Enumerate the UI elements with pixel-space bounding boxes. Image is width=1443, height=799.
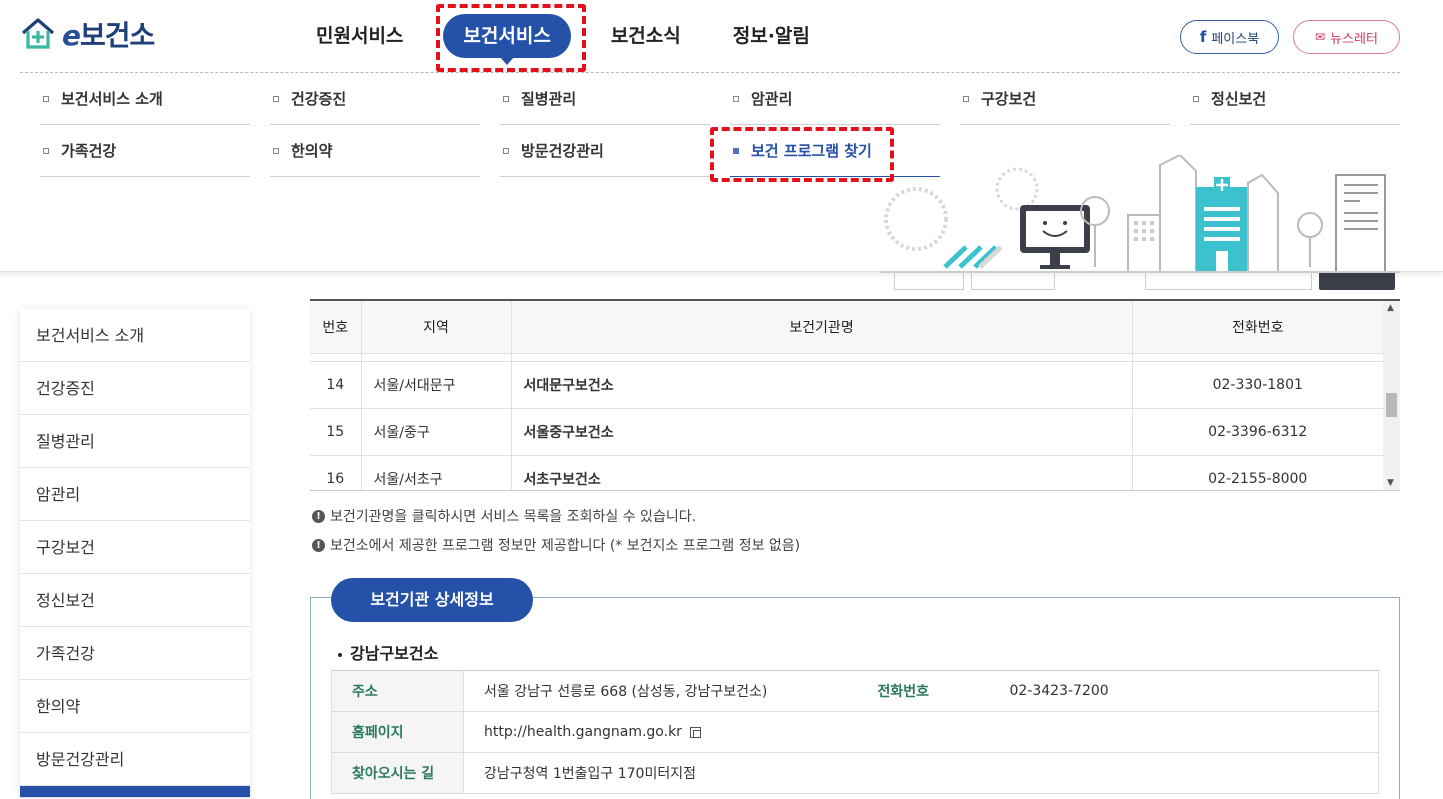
side-item-mental-health[interactable]: 정신보건 [20, 574, 250, 627]
bullet-icon [273, 95, 279, 102]
scroll-thumb[interactable] [1386, 393, 1397, 417]
mega-item-family-health[interactable]: 가족건강 [40, 125, 250, 177]
notice-text: 보건소에서 제공한 프로그램 정보만 제공합니다 (* 보건지소 프로그램 정보… [330, 538, 801, 554]
cell-name-link[interactable]: 서초구보건소 [511, 455, 1133, 490]
facebook-icon: f [1199, 28, 1207, 46]
bullet-icon [503, 147, 509, 154]
cell-name-link[interactable]: 서대문구보건소 [511, 361, 1133, 409]
side-item-family-health[interactable]: 가족건강 [20, 627, 250, 680]
side-item-service-intro[interactable]: 보건서비스 소개 [20, 309, 250, 362]
tel-label: 전화번호 [857, 670, 990, 712]
homepage-link[interactable]: http://health.gangnam.go.kr [484, 724, 682, 740]
scroll-down-icon[interactable]: ▼ [1387, 478, 1394, 488]
address-value: 서울 강남구 선릉로 668 (삼성동, 강남구보건소) [463, 670, 858, 712]
cell-tel: 02-330-1801 [1132, 361, 1383, 409]
directions-label: 찾아오시는 길 [331, 752, 464, 794]
info-icon: ! [312, 538, 325, 552]
mega-item-korean-medicine[interactable]: 한의약 [270, 125, 480, 177]
site-logo[interactable]: e보건소 [20, 14, 155, 54]
bullet-icon [43, 147, 49, 154]
notice-text: 보건기관명을 클릭하시면 서비스 목록을 조회하실 수 있습니다. [330, 509, 697, 525]
city-illustration [880, 155, 1400, 273]
homepage-label: 홈페이지 [331, 711, 464, 753]
logo-text: e보건소 [62, 19, 155, 52]
new-window-icon[interactable] [689, 726, 701, 738]
mega-item-service-intro[interactable]: 보건서비스 소개 [40, 73, 250, 125]
bullet-icon [338, 652, 342, 657]
gnb-health-news[interactable]: 보건소식 [585, 14, 707, 58]
newsletter-label: 뉴스레터 [1330, 31, 1378, 47]
cell-tel: 02-3396-6312 [1132, 408, 1383, 456]
table-row-partial [310, 353, 1383, 362]
detail-row-homepage: 홈페이지 http://health.gangnam.go.kr [331, 711, 1379, 753]
table-scrollbar[interactable]: ▲ ▼ [1383, 301, 1400, 490]
cell-no: 14 [310, 361, 362, 409]
col-header-name: 보건기관명 [511, 301, 1133, 354]
bullet-icon [43, 95, 49, 102]
side-item-korean-medicine[interactable]: 한의약 [20, 680, 250, 733]
highlight-box-gnb [436, 4, 586, 72]
cell-region: 서울/중구 [361, 408, 512, 456]
col-header-no: 번호 [310, 301, 362, 354]
notice-click-name: ! 보건기관명을 클릭하시면 서비스 목록을 조회하실 수 있습니다. [312, 506, 696, 526]
side-item-oral-health[interactable]: 구강보건 [20, 521, 250, 574]
info-icon: ! [312, 509, 325, 523]
facebook-label: 페이스북 [1211, 31, 1260, 47]
cell-no: 16 [310, 455, 362, 490]
mega-item-health-promotion[interactable]: 건강증진 [270, 73, 480, 125]
site-header: e보건소 민원서비스 보건서비스 보건소식 정보·알림 f 페이스북 ✉ 뉴스레… [0, 0, 1443, 73]
side-item-disease-mgmt[interactable]: 질병관리 [20, 415, 250, 468]
cell-tel: 02-2155-8000 [1132, 455, 1383, 490]
bullet-icon [503, 95, 509, 102]
side-menu: 보건서비스 소개 건강증진 질병관리 암관리 구강보건 정신보건 가족건강 한의… [20, 309, 250, 798]
detail-table: 주소 서울 강남구 선릉로 668 (삼성동, 강남구보건소) 전화번호 02-… [331, 670, 1379, 794]
address-label: 주소 [331, 670, 464, 712]
bullet-icon [1193, 95, 1199, 102]
col-header-tel: 전화번호 [1132, 301, 1383, 354]
mega-item-cancer-mgmt[interactable]: 암관리 [730, 73, 940, 125]
cell-name-link[interactable]: 서울중구보건소 [511, 408, 1133, 456]
detail-row-directions: 찾아오시는 길 강남구청역 1번출입구 170미터지점 [331, 752, 1379, 794]
cell-region: 서울/서초구 [361, 455, 512, 490]
table-row[interactable]: 16 서울/서초구 서초구보건소 02-2155-8000 [310, 455, 1383, 490]
cell-no: 15 [310, 408, 362, 456]
table-header-row: 번호 지역 보건기관명 전화번호 [310, 301, 1383, 354]
directions-value: 강남구청역 1번출입구 170미터지점 [463, 752, 1379, 794]
mega-dropdown-menu: 보건서비스 소개 건강증진 질병관리 암관리 구강보건 정신보건 가족건강 한의… [0, 73, 1443, 273]
gnb-info-notice[interactable]: 정보·알림 [707, 14, 836, 58]
facebook-button[interactable]: f 페이스북 [1180, 20, 1279, 54]
newsletter-button[interactable]: ✉ 뉴스레터 [1293, 20, 1400, 54]
mega-item-mental-health[interactable]: 정신보건 [1190, 73, 1400, 125]
mega-item-disease-mgmt[interactable]: 질병관리 [500, 73, 710, 125]
highlight-box-program-finder [710, 127, 894, 182]
cell-region: 서울/서대문구 [361, 361, 512, 409]
tel-value: 02-3423-7200 [989, 670, 1379, 712]
notice-program-info: ! 보건소에서 제공한 프로그램 정보만 제공합니다 (* 보건지소 프로그램 … [312, 535, 800, 555]
detail-org-name: 강남구보건소 [338, 640, 438, 664]
bullet-icon [733, 95, 739, 102]
detail-row-address: 주소 서울 강남구 선릉로 668 (삼성동, 강남구보건소) 전화번호 02-… [331, 670, 1379, 712]
side-item-active[interactable] [20, 786, 250, 798]
col-header-region: 지역 [361, 301, 512, 354]
mail-icon: ✉ [1315, 30, 1326, 44]
bullet-icon [963, 95, 969, 102]
detail-tab: 보건기관 상세정보 [331, 578, 533, 622]
mega-item-visit-health[interactable]: 방문건강관리 [500, 125, 710, 177]
bullet-icon [273, 147, 279, 154]
table-row[interactable]: 15 서울/중구 서울중구보건소 02-3396-6312 [310, 408, 1383, 456]
gnb-civil-service[interactable]: 민원서비스 [290, 14, 429, 58]
homepage-cell: http://health.gangnam.go.kr [463, 711, 1379, 753]
health-center-table: 번호 지역 보건기관명 전화번호 14 서울/서대문구 서대문구보건소 02-3… [310, 299, 1400, 491]
side-item-cancer-mgmt[interactable]: 암관리 [20, 468, 250, 521]
house-cross-icon [21, 18, 55, 49]
side-item-health-promotion[interactable]: 건강증진 [20, 362, 250, 415]
scroll-up-icon[interactable]: ▲ [1387, 303, 1394, 313]
side-item-visit-health[interactable]: 방문건강관리 [20, 733, 250, 786]
mega-item-oral-health[interactable]: 구강보건 [960, 73, 1170, 125]
table-row[interactable]: 14 서울/서대문구 서대문구보건소 02-330-1801 [310, 361, 1383, 409]
